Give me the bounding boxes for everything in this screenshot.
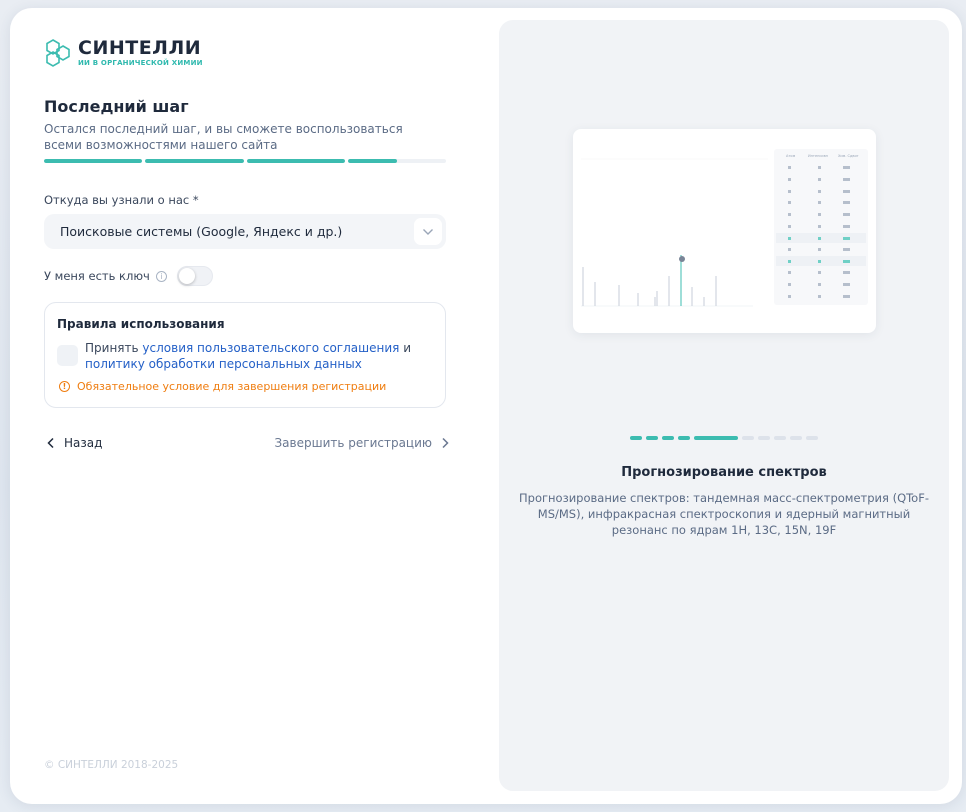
back-label: Назад (64, 436, 103, 450)
accept-and: и (403, 341, 411, 355)
progress-segment (145, 159, 244, 163)
key-row: У меня есть ключ i (44, 266, 213, 286)
registration-card: СИНТЕЛЛИ ИИ В ОРГАНИЧЕСКОЙ ХИМИИ Последн… (10, 8, 962, 804)
carousel-dot[interactable] (678, 436, 690, 440)
hexagon-logo-icon (46, 39, 70, 67)
carousel-dot[interactable] (806, 436, 818, 440)
back-button[interactable]: Назад (46, 436, 102, 450)
chevron-down-icon[interactable] (414, 218, 442, 245)
carousel-dot[interactable] (790, 436, 802, 440)
carousel-dot[interactable] (646, 436, 658, 440)
carousel-dot[interactable] (694, 436, 738, 440)
finish-label: Завершить регистрацию (274, 436, 432, 450)
feature-description: Прогнозирование спектров: тандемная масс… (519, 491, 929, 537)
carousel-dots (630, 436, 818, 440)
step-description: Остался последний шаг, и вы сможете восп… (44, 122, 403, 152)
progress-segment (347, 159, 446, 163)
progress-segment (246, 159, 345, 163)
privacy-link[interactable]: политику обработки персональных данных (85, 357, 362, 371)
toggle-knob (178, 268, 195, 284)
form-panel: СИНТЕЛЛИ ИИ В ОРГАНИЧЕСКОЙ ХИМИИ Последн… (44, 8, 449, 804)
accept-checkbox[interactable] (57, 345, 78, 366)
accept-prefix: Принять (85, 341, 139, 355)
finish-button[interactable]: Завершить регистрацию (274, 436, 450, 450)
carousel-dot[interactable] (630, 436, 642, 440)
spectrum-preview-image: Атом Интенсивн Хим. Сдвиг (573, 129, 876, 333)
carousel-dot[interactable] (758, 436, 770, 440)
brand-tagline: ИИ В ОРГАНИЧЕСКОЙ ХИМИИ (78, 59, 203, 67)
carousel-dot[interactable] (742, 436, 754, 440)
chevron-right-icon (442, 437, 449, 449)
rules-box: Правила использования Принять условия по… (44, 302, 446, 408)
step-progress (44, 159, 446, 163)
feature-carousel: Атом Интенсивн Хим. Сдвиг Прогнозировани… (499, 20, 949, 791)
chevron-left-icon (47, 437, 54, 449)
warning-icon: ! (59, 381, 70, 392)
source-select-value: Поисковые системы (Google, Яндекс и др.) (60, 224, 343, 239)
info-icon[interactable]: i (155, 270, 167, 282)
logo: СИНТЕЛЛИ ИИ В ОРГАНИЧЕСКОЙ ХИМИИ (44, 38, 203, 68)
carousel-dot[interactable] (662, 436, 674, 440)
svg-text:Интенсивн: Интенсивн (808, 154, 828, 158)
source-field-label: Откуда вы узнали о нас * (44, 193, 199, 207)
required-warning: ! Обязательное условие для завершения ре… (59, 380, 386, 393)
page-title: Последний шаг (44, 97, 189, 116)
accept-text: Принять условия пользовательского соглаш… (85, 340, 435, 372)
svg-text:Атом: Атом (786, 154, 796, 158)
rules-title: Правила использования (57, 317, 225, 331)
progress-segment (44, 159, 143, 163)
carousel-dot[interactable] (774, 436, 786, 440)
feature-title: Прогнозирование спектров (621, 465, 827, 480)
copyright: © СИНТЕЛЛИ 2018-2025 (44, 759, 179, 771)
key-toggle-label: У меня есть ключ (44, 269, 150, 283)
source-select[interactable]: Поисковые системы (Google, Яндекс и др.) (44, 214, 446, 249)
warning-text: Обязательное условие для завершения реги… (77, 380, 387, 393)
key-toggle[interactable] (176, 266, 213, 286)
agreement-link[interactable]: условия пользовательского соглашения (142, 341, 399, 355)
svg-text:Хим. Сдвиг: Хим. Сдвиг (838, 154, 859, 158)
brand-name: СИНТЕЛЛИ (78, 37, 202, 59)
